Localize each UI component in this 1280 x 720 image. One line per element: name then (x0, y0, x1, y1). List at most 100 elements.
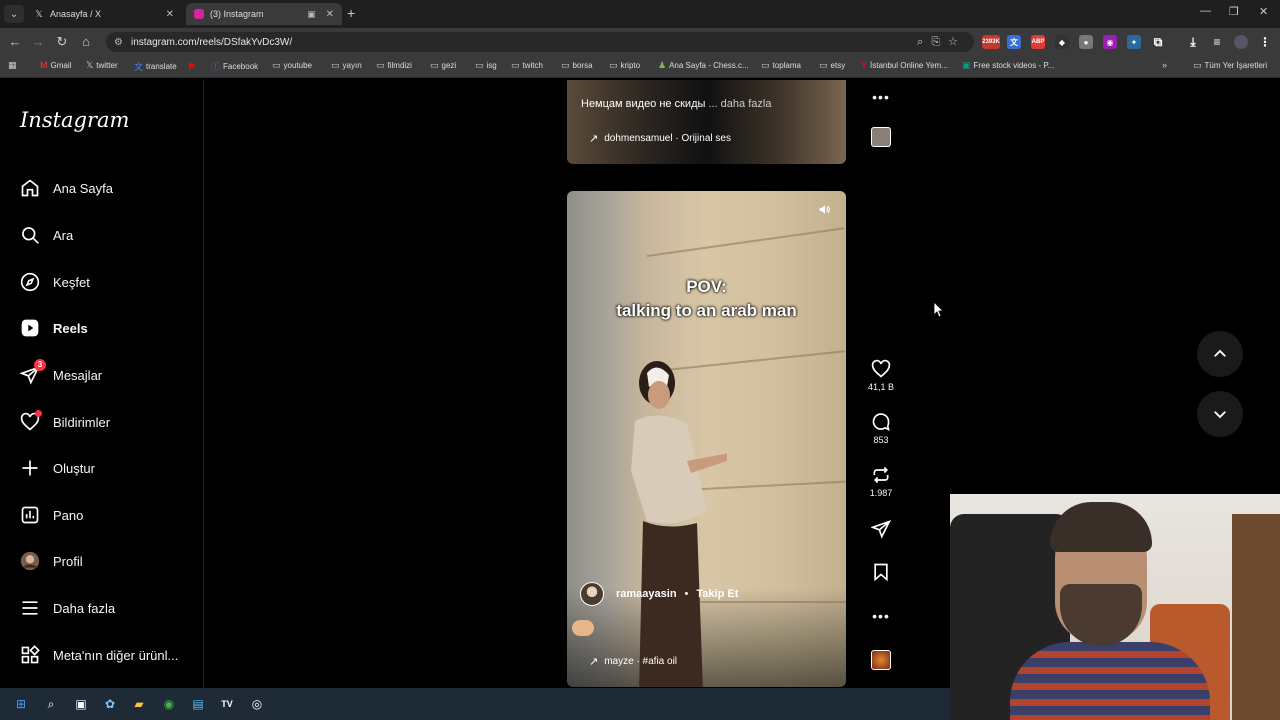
sidebar-item-more[interactable]: Daha fazla (20, 598, 115, 618)
task-view-icon[interactable]: ▣ (72, 695, 90, 713)
apps-grid-icon[interactable]: ▦ (8, 60, 20, 71)
bookmark-twitter[interactable]: 𝕏twitter (86, 60, 118, 71)
bookmarks-overflow-icon[interactable]: » (1162, 60, 1170, 70)
home-icon[interactable]: ⌂ (78, 34, 94, 49)
extension-badge[interactable]: 2393K (982, 35, 1000, 49)
adblock-icon[interactable]: ABP (1031, 35, 1045, 49)
bookmark-folder[interactable]: ▭ twitch (511, 60, 543, 71)
tab-instagram[interactable]: (3) Instagram ▣ ✕ (186, 3, 342, 25)
collaborator-avatars[interactable] (572, 620, 594, 636)
bookmark-pexels[interactable]: ▣ Free stock videos - P... (962, 60, 1054, 71)
sidebar-item-meta[interactable]: Meta'nın diğer ürünl... (20, 645, 178, 665)
sidebar-item-create[interactable]: Oluştur (20, 458, 95, 478)
minimize-icon[interactable]: — (1200, 5, 1211, 17)
previous-audio-thumbnail[interactable] (871, 127, 891, 147)
all-bookmarks[interactable]: ▭ Tüm Yer İşaretleri (1193, 60, 1267, 71)
comment-icon[interactable] (866, 411, 896, 433)
bookmark-icon[interactable] (866, 561, 896, 583)
bookmark-folder[interactable]: ▭ toplama (761, 60, 801, 71)
repost-action[interactable]: 1.987 (866, 464, 896, 498)
next-reel-button[interactable] (1197, 391, 1243, 437)
bookmark-folder[interactable]: ▭ etsy (819, 60, 845, 71)
close-window-icon[interactable]: ✕ (1259, 5, 1268, 18)
sidebar-item-explore[interactable]: Keşfet (20, 272, 90, 292)
omnibox-actions[interactable]: ⌕⎘☆ (917, 35, 966, 49)
comment-action[interactable]: 853 (866, 411, 896, 445)
bookmark-gmail[interactable]: M Gmail (40, 60, 71, 70)
address-bar[interactable]: ⚙ instagram.com/reels/DSfakYvDc3W/ ⌕⎘☆ (106, 32, 974, 52)
bookmark-folder[interactable]: ▭ gezi (430, 60, 456, 71)
restore-icon[interactable]: ❐ (1229, 5, 1239, 18)
previous-reel-audio[interactable]: ↗ dohmensamuel · Orijinal ses (589, 132, 731, 145)
sidebar-item-notifications[interactable]: Bildirimler (20, 410, 110, 432)
new-tab-button[interactable]: + (347, 5, 355, 21)
sidebar-item-search[interactable]: Ara (20, 225, 73, 245)
previous-reel-video[interactable] (567, 80, 846, 164)
save-action[interactable] (866, 561, 896, 583)
extensions-puzzle-icon[interactable]: ⧉ (1151, 35, 1165, 49)
author-username[interactable]: ramaayasin (616, 588, 677, 600)
download-icon[interactable]: ⤓ (1186, 35, 1200, 49)
sidebar-item-dashboard[interactable]: Pano (20, 505, 83, 525)
sidebar-item-label: Keşfet (53, 274, 90, 290)
site-info-icon[interactable]: ⚙ (114, 37, 123, 48)
reel-video[interactable] (567, 191, 846, 687)
tradingview-icon[interactable]: TV (218, 695, 236, 713)
forward-icon[interactable]: → (30, 34, 46, 49)
sidebar-item-reels[interactable]: Reels (20, 318, 88, 338)
bookmark-folder[interactable]: ▭ youtube (272, 60, 312, 71)
extension-icon[interactable]: ✦ (1127, 35, 1141, 49)
volume-icon[interactable] (818, 203, 831, 219)
cast-icon[interactable]: ▣ (307, 9, 316, 20)
bookmark-chess[interactable]: ♟ Ana Sayfa - Chess.c... (658, 60, 749, 71)
follow-button[interactable]: Takip Et (696, 588, 738, 600)
bookmark-yemeksepeti[interactable]: Y İstanbul Online Yem... (861, 60, 948, 70)
more-options-icon[interactable]: ••• (866, 86, 896, 108)
back-icon[interactable]: ← (7, 34, 23, 49)
sidebar-item-profile[interactable]: Profil (20, 551, 83, 571)
close-tab-icon[interactable]: ✕ (326, 9, 334, 20)
tab-x[interactable]: 𝕏 Anasayfa / X ✕ (26, 3, 182, 25)
sidebar-item-messages[interactable]: 3 Mesajlar (20, 359, 102, 385)
repost-icon[interactable] (866, 464, 896, 486)
obs-icon[interactable]: ◎ (248, 695, 266, 713)
bookmark-folder[interactable]: ▭ yayın (331, 60, 362, 71)
share-action[interactable] (866, 518, 896, 540)
avatar[interactable] (580, 582, 604, 606)
like-action[interactable]: 41,1 B (866, 358, 896, 392)
media-control-icon[interactable]: ≡ (1210, 35, 1224, 49)
reload-icon[interactable]: ↻ (54, 34, 70, 50)
tab-search-button[interactable]: ⌄ (4, 5, 24, 23)
bookmark-folder[interactable]: ▭ filmdizi (376, 60, 412, 71)
browser-menu-icon[interactable]: ⋮ (1258, 35, 1272, 49)
app-icon[interactable]: ▤ (189, 695, 207, 713)
extension-icon[interactable]: ◆ (1055, 35, 1069, 49)
bookmark-folder[interactable]: ▭ isg (475, 60, 497, 71)
windows-start-icon[interactable]: ⊞ (12, 695, 30, 713)
instagram-logo[interactable]: Instagram (20, 108, 129, 132)
copilot-icon[interactable]: ✿ (101, 695, 119, 713)
search-icon[interactable]: ⌕ (42, 695, 60, 713)
more-options-icon[interactable]: ••• (866, 605, 896, 627)
sidebar-item-home[interactable]: Ana Sayfa (20, 178, 113, 198)
chrome-icon[interactable]: ◉ (160, 695, 178, 713)
reel-overlay-text-line2: talking to an arab man (616, 301, 797, 320)
reel-audio[interactable]: ↗ mayze · #afia oil (589, 655, 677, 668)
audio-thumbnail[interactable] (871, 650, 891, 670)
profile-avatar-icon[interactable] (1234, 35, 1248, 49)
translate-extension-icon[interactable]: 文 (1007, 35, 1021, 49)
heart-icon[interactable] (866, 358, 896, 380)
extension-icon[interactable]: ◉ (1103, 35, 1117, 49)
bookmark-facebook[interactable]: ⓕ Facebook (211, 60, 258, 73)
previous-reel-button[interactable] (1197, 331, 1243, 377)
see-more-link[interactable]: ... daha fazla (708, 98, 771, 110)
file-explorer-icon[interactable]: ▰ (130, 695, 148, 713)
close-tab-icon[interactable]: ✕ (166, 9, 174, 20)
bookmark-folder[interactable]: ▭ borsa (561, 60, 593, 71)
previous-reel-caption[interactable]: Немцам видео не скиды ... daha fazla (581, 98, 771, 110)
extension-icon[interactable]: ● (1079, 35, 1093, 49)
bookmark-translate[interactable]: 文 translate (134, 60, 177, 73)
bookmark-folder[interactable]: ▭ kripto (609, 60, 640, 71)
bookmark-youtube[interactable]: ▶ (189, 60, 199, 71)
share-icon[interactable] (866, 518, 896, 540)
